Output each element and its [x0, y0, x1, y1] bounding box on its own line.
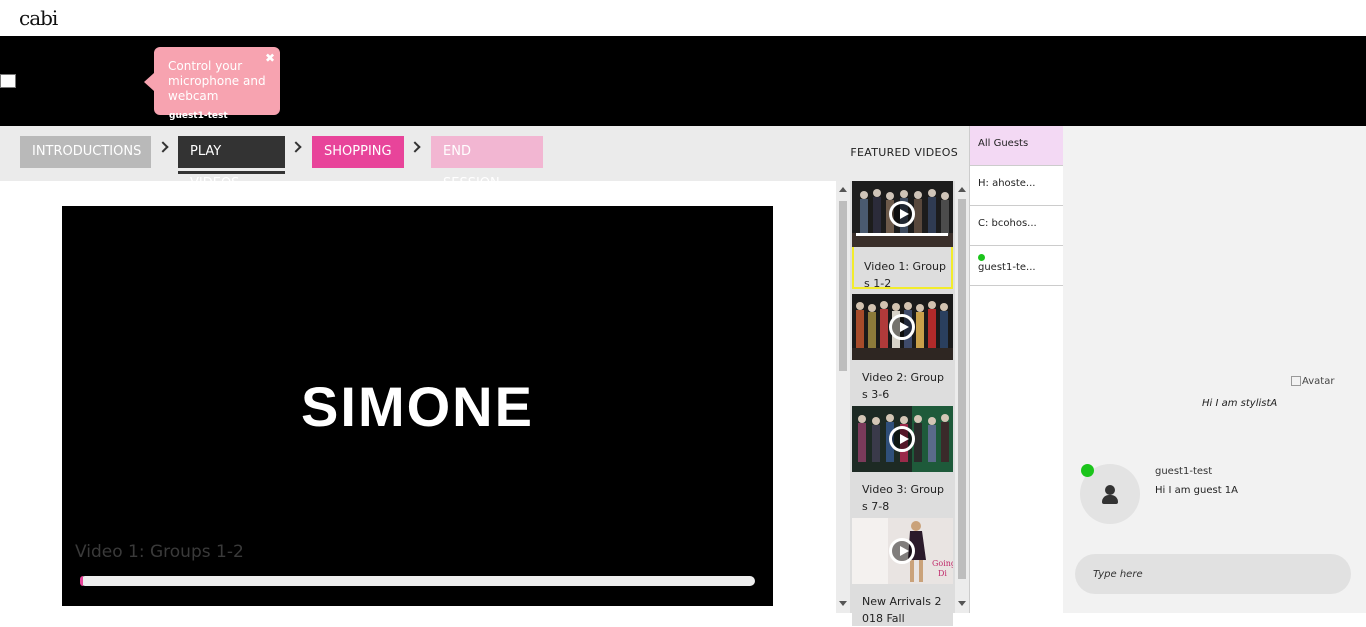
video-thumbnail — [852, 406, 953, 472]
video-player[interactable]: SIMONE Video 1: Groups 1-2 — [62, 206, 773, 606]
host-avatar: Avatar — [1291, 376, 1334, 387]
mic-webcam-tooltip: ✖ Control your microphone and webcam — [144, 47, 280, 115]
step-shopping[interactable]: SHOPPING — [312, 136, 404, 168]
video-item-1[interactable]: Video 1: Groups 1-2 — [852, 181, 953, 290]
video-conference-bar: ✖ Control your microphone and webcam gue… — [0, 36, 1366, 126]
avatar-alt-text: Avatar — [1302, 376, 1335, 387]
guest-message: Hi I am guest 1A — [1155, 485, 1239, 496]
play-icon[interactable] — [889, 314, 915, 340]
guest-list: All Guests H: ahoste... C: bcohos... gue… — [969, 126, 1064, 613]
video-item-3[interactable]: Video 3: Groups 7-8 — [852, 406, 953, 514]
broken-image-icon — [0, 74, 16, 88]
guest-tab-cohost[interactable]: C: bcohos... — [970, 206, 1064, 246]
video-label: Video 3: Groups 7-8 — [862, 483, 945, 513]
featured-videos-list: Video 1: Groups 1-2 Video 2: Groups 3-6 … — [836, 181, 969, 626]
scrollbar-left[interactable] — [836, 181, 850, 613]
guest-tab-host[interactable]: H: ahoste... — [970, 166, 1064, 206]
video-thumbnail: Going Di — [852, 518, 953, 584]
step-end-session[interactable]: END SESSION — [431, 136, 543, 191]
scrollbar-thumb[interactable] — [839, 201, 847, 371]
guest-tab-label: H: ahoste... — [978, 178, 1036, 189]
video-brand-text: SIMONE — [301, 375, 534, 438]
play-icon[interactable] — [889, 201, 915, 227]
svg-text:Going: Going — [932, 559, 953, 568]
broken-image-icon — [1291, 376, 1301, 386]
video-item-4[interactable]: Going Di New Arrivals 2018 Fall — [852, 518, 953, 626]
active-step-indicator — [178, 171, 285, 174]
video-thumbnail — [852, 181, 953, 247]
guest-video-label: guest1-test — [169, 111, 228, 121]
featured-videos-heading: FEATURED VIDEOS — [850, 146, 958, 159]
chevron-right-icon — [157, 141, 169, 153]
cabi-logo[interactable]: cabi — [19, 6, 58, 30]
video-title: Video 1: Groups 1-2 — [75, 542, 244, 562]
online-status-icon — [978, 254, 985, 261]
scroll-up-arrow-icon[interactable] — [958, 187, 966, 192]
video-label: Video 1: Groups 1-2 — [864, 260, 947, 290]
guest-tab-label: C: bcohos... — [978, 218, 1037, 229]
play-icon[interactable] — [889, 426, 915, 452]
host-message: Hi I am stylistA — [1202, 398, 1278, 409]
video-progress-bar[interactable] — [80, 576, 755, 586]
video-label: New Arrivals 2018 Fall — [862, 595, 942, 625]
video-label: Video 2: Groups 3-6 — [862, 371, 945, 401]
video-progress-fill — [80, 576, 83, 586]
guest-message-author: guest1-test — [1155, 466, 1213, 477]
user-icon-body — [1102, 495, 1118, 504]
video-watched-progress — [856, 233, 948, 236]
chat-input[interactable] — [1075, 554, 1351, 594]
top-bar: cabi — [0, 0, 1366, 36]
chevron-right-icon — [290, 141, 302, 153]
scroll-down-arrow-icon[interactable] — [839, 601, 847, 606]
step-play-videos[interactable]: PLAY VIDEOS — [178, 136, 285, 191]
play-icon[interactable] — [889, 538, 915, 564]
video-item-2[interactable]: Video 2: Groups 3-6 — [852, 294, 953, 402]
svg-text:Di: Di — [938, 569, 947, 578]
close-icon[interactable]: ✖ — [265, 51, 275, 66]
scroll-down-arrow-icon[interactable] — [958, 601, 966, 606]
guest-tab-label: guest1-te... — [978, 262, 1036, 273]
user-icon — [1105, 485, 1115, 495]
online-status-icon — [1081, 464, 1094, 477]
tooltip-text: Control your microphone and webcam — [168, 59, 266, 103]
scrollbar-thumb[interactable] — [958, 199, 966, 579]
step-introductions[interactable]: INTRODUCTIONS — [20, 136, 151, 168]
video-thumbnail — [852, 294, 953, 360]
scrollbar-right[interactable] — [955, 181, 969, 613]
chevron-right-icon — [409, 141, 421, 153]
guest-tab-all[interactable]: All Guests — [970, 126, 1064, 166]
scroll-up-arrow-icon[interactable] — [839, 187, 847, 192]
chat-panel: Avatar Hi I am stylistA guest1-test Hi I… — [1063, 126, 1366, 613]
session-steps-bar: INTRODUCTIONS PLAY VIDEOS SHOPPING END S… — [0, 126, 969, 191]
guest-tab-guest1[interactable]: guest1-te... — [970, 246, 1064, 286]
